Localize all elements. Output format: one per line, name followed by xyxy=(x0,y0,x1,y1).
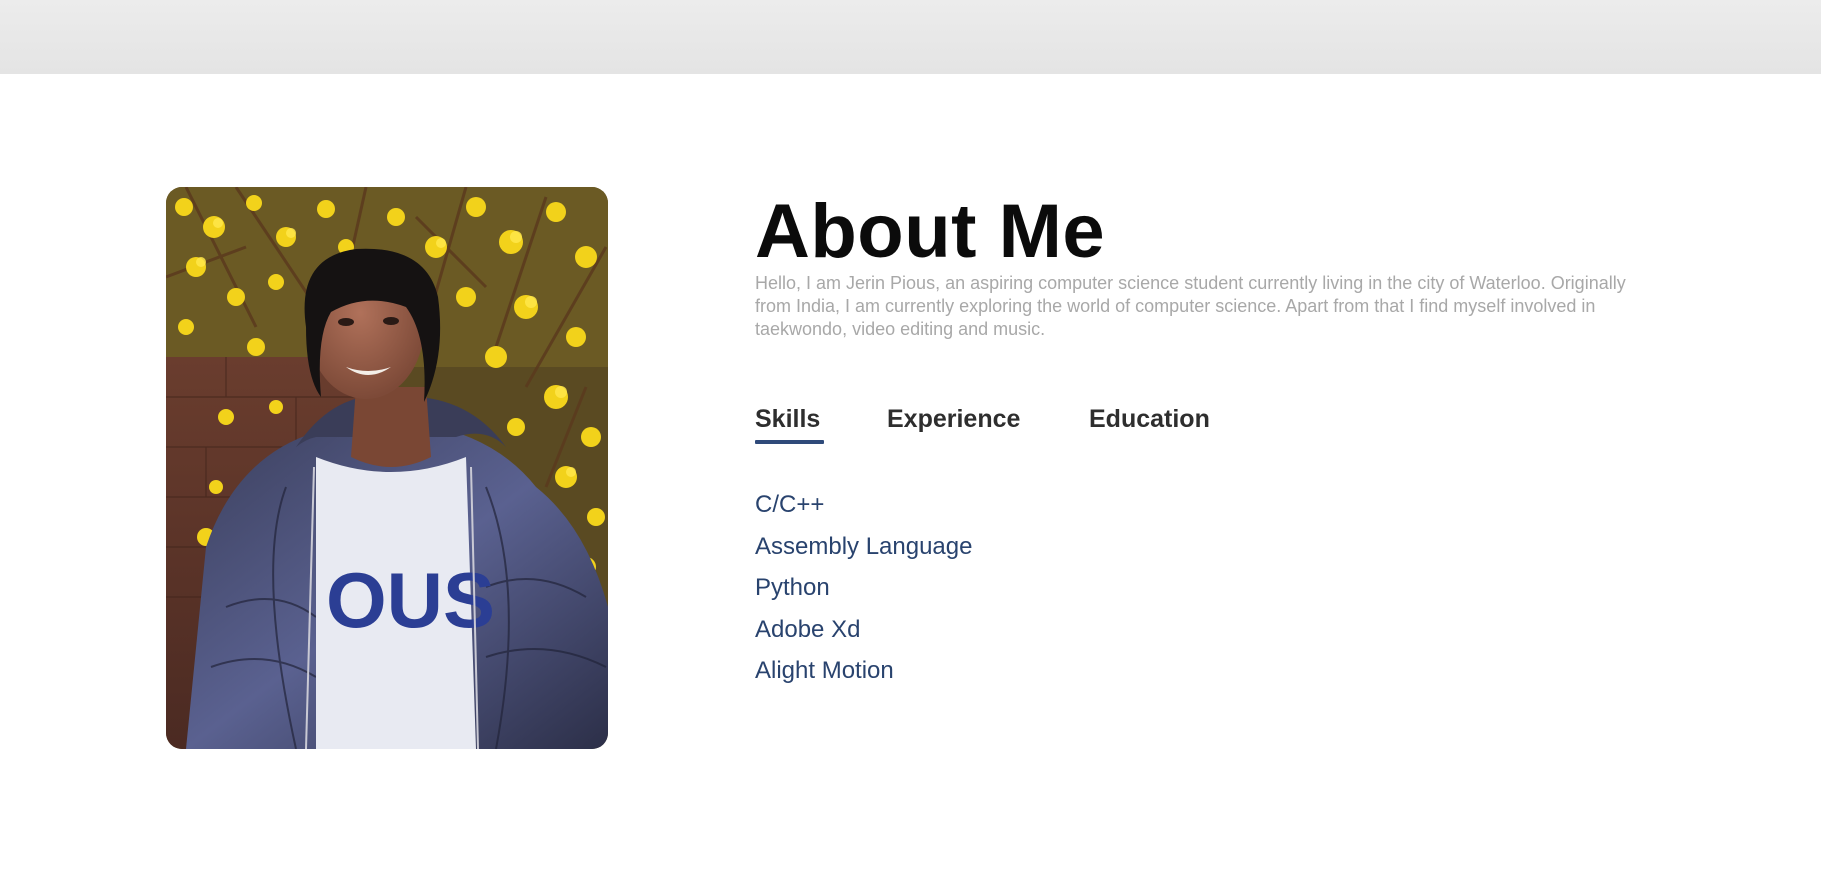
page-title: About Me xyxy=(755,189,1106,274)
tab-experience[interactable]: Experience xyxy=(887,403,1020,435)
about-section: About Me Hello, I am Jerin Pious, an asp… xyxy=(755,192,1655,341)
tab-education[interactable]: Education xyxy=(1089,403,1210,435)
list-item: Adobe Xd xyxy=(755,615,861,643)
list-item: Alight Motion xyxy=(755,657,894,684)
list-item: Assembly Language xyxy=(755,532,973,560)
tab-skills[interactable]: Skills xyxy=(755,403,820,435)
profile-photo: OUS xyxy=(166,187,608,749)
list-item: C/C++ xyxy=(755,491,825,518)
list-item: Python xyxy=(755,574,830,601)
svg-text:OUS: OUS xyxy=(326,556,495,644)
skills-list: C/C++ Assembly Language Python Adobe Xd … xyxy=(755,484,972,692)
active-tab-indicator xyxy=(755,440,824,444)
bio-text: Hello, I am Jerin Pious, an aspiring com… xyxy=(755,273,1626,339)
header-band xyxy=(0,0,1821,74)
